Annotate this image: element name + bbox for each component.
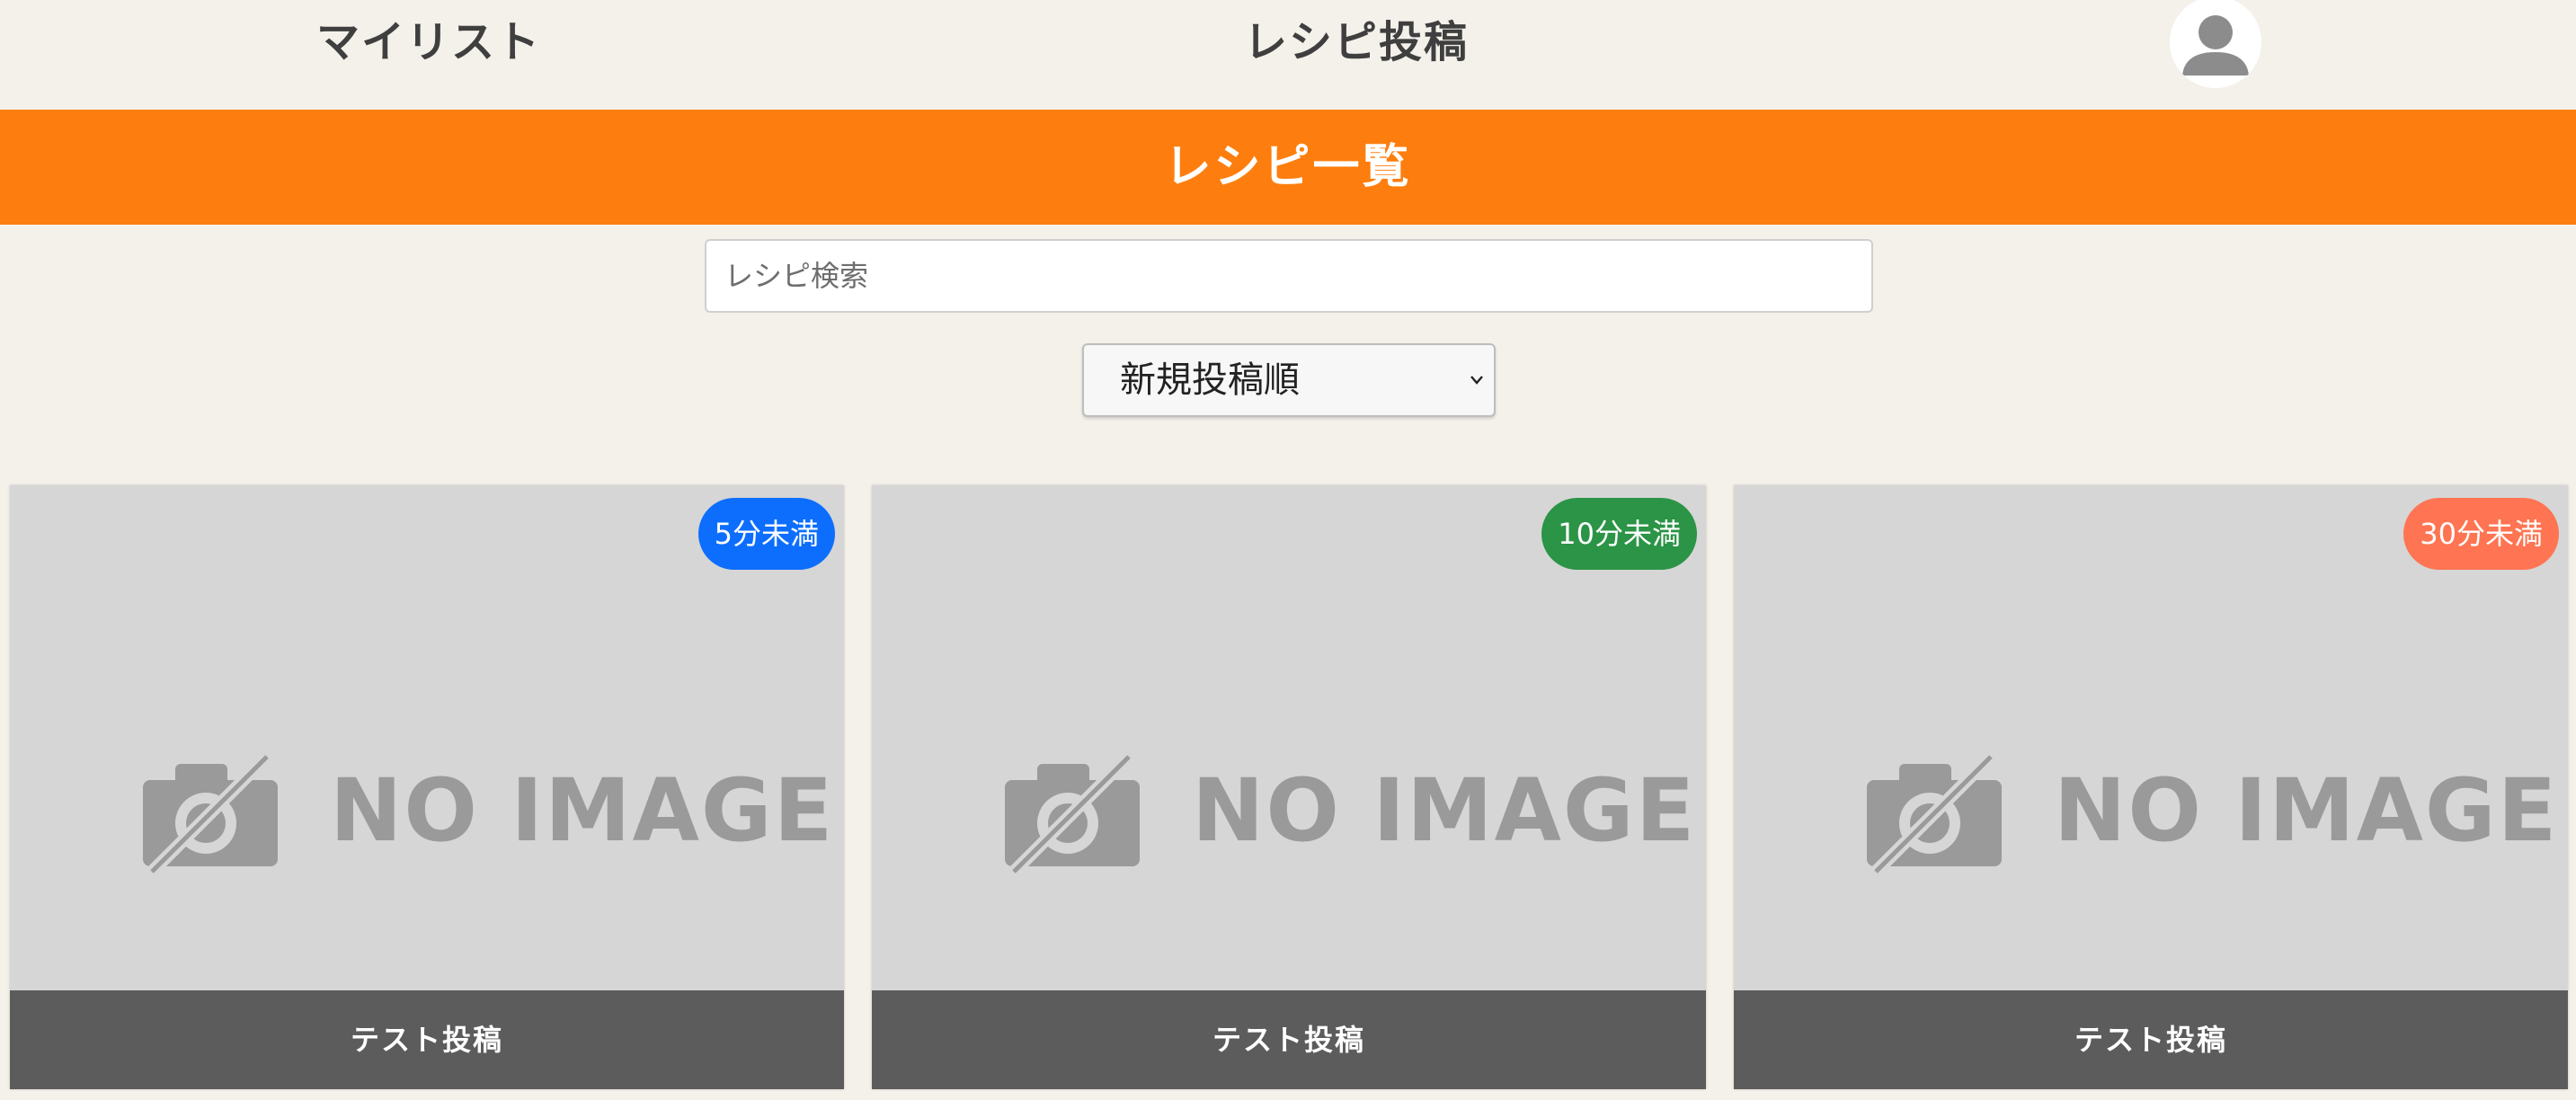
user-avatar-icon[interactable] (2170, 0, 2261, 88)
recipe-title[interactable]: テスト投稿 (10, 990, 844, 1089)
page-title: レシピ一覧 (1164, 140, 1412, 194)
chevron-down-icon (1470, 376, 1483, 385)
title-bar: レシピ一覧 (0, 110, 2576, 225)
sort-order-select[interactable]: 新規投稿順 (1082, 343, 1496, 417)
mylist-link[interactable]: マイリスト (316, 13, 541, 72)
recipe-card[interactable]: NO IMAGE 30分未満 テスト投稿 (1734, 485, 2568, 1089)
no-image-placeholder: NO IMAGE (132, 748, 832, 874)
recipe-card[interactable]: NO IMAGE 10分未満 テスト投稿 (872, 485, 1706, 1089)
no-image-label: NO IMAGE (2054, 760, 2559, 861)
camera-off-icon (143, 750, 278, 874)
cooking-time-badge: 10分未満 (1541, 498, 1697, 570)
recipe-search-input[interactable] (705, 239, 1873, 313)
recipe-post-link[interactable]: レシピ投稿 (1244, 13, 1469, 72)
cooking-time-badge: 5分未満 (697, 498, 835, 570)
sort-order-value: 新規投稿順 (1120, 359, 1300, 401)
recipe-title[interactable]: テスト投稿 (872, 990, 1706, 1089)
cooking-time-badge: 30分未満 (2403, 498, 2559, 570)
no-image-label: NO IMAGE (1192, 760, 1697, 861)
camera-off-icon (1005, 750, 1140, 874)
recipe-title[interactable]: テスト投稿 (1734, 990, 2568, 1089)
recipe-card[interactable]: NO IMAGE 5分未満 テスト投稿 (10, 485, 844, 1089)
no-image-label: NO IMAGE (330, 760, 835, 861)
camera-off-icon (1867, 750, 2002, 874)
site-header: マイリスト レシピ投稿 (0, 0, 2576, 110)
no-image-placeholder: NO IMAGE (1856, 748, 2556, 874)
no-image-placeholder: NO IMAGE (994, 748, 1694, 874)
